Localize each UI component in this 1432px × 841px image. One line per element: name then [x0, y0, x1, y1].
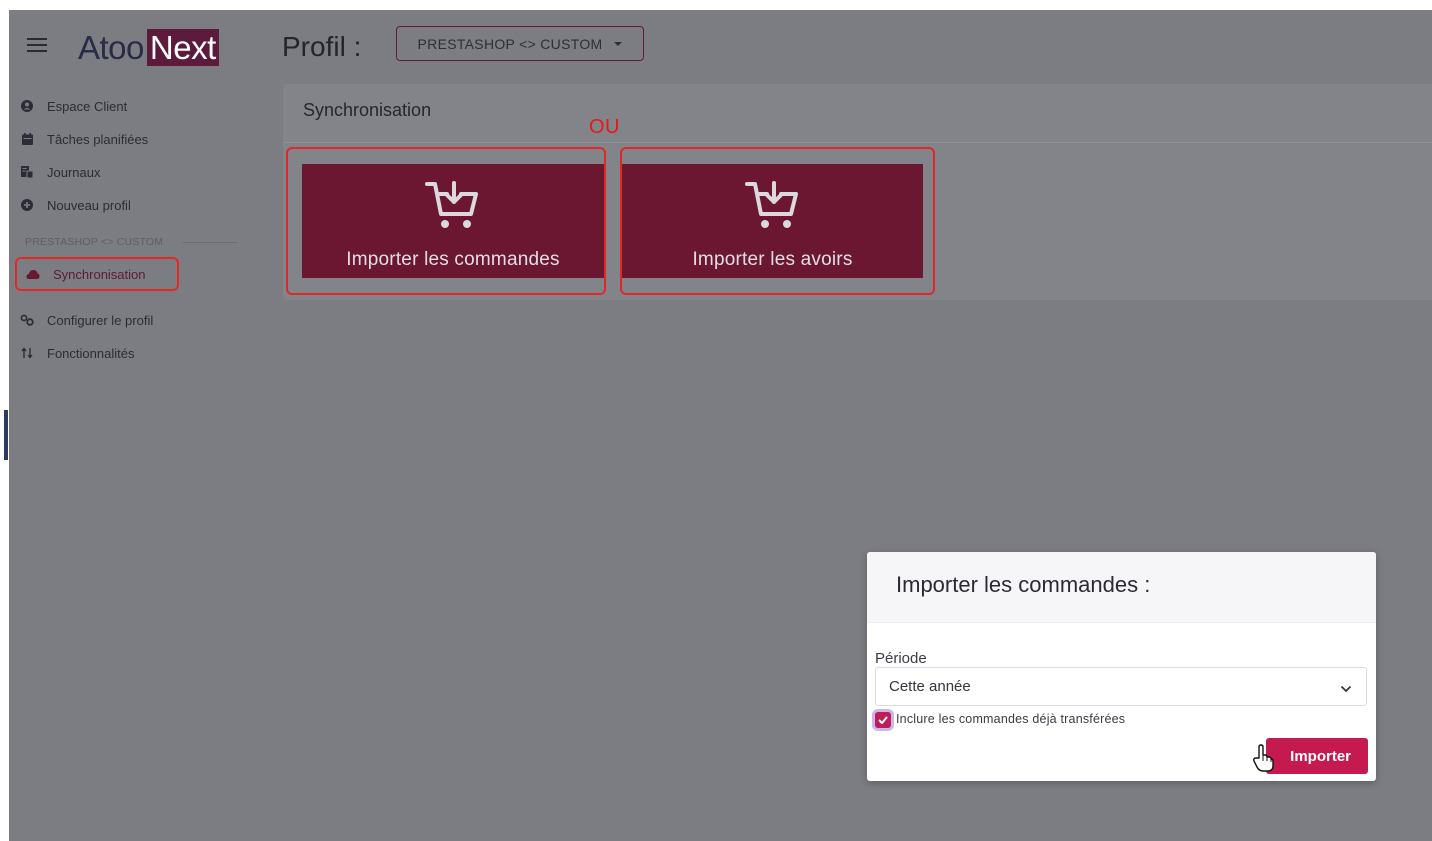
plus-circle-icon [19, 197, 35, 213]
include-transferred-label: Inclure les commandes déjà transférées [896, 712, 1126, 726]
import-credits-tile[interactable]: Importer les avoirs [622, 164, 923, 278]
user-circle-icon [19, 98, 35, 114]
tile-label: Importer les avoirs [692, 249, 853, 270]
sidebar-item-label: Espace Client [47, 98, 128, 114]
profile-dropdown[interactable]: PRESTASHOP <> CUSTOM [396, 26, 644, 61]
card-title: Synchronisation [303, 100, 432, 120]
cloud-icon [25, 266, 41, 282]
import-orders-dialog: Importer les commandes : Période Cette a… [867, 552, 1376, 781]
sidebar-item-synchronisation[interactable]: Synchronisation [15, 257, 179, 291]
logo-text-next: Next [146, 29, 219, 66]
sidebar-item-configurer-profil[interactable]: Configurer le profil [19, 304, 153, 336]
sidebar-item-fonctionnalites[interactable]: Fonctionnalités [19, 337, 134, 369]
period-select-value: Cette année [889, 678, 971, 695]
top-strip [0, 0, 1432, 10]
sidebar-item-taches[interactable]: Tâches planifiées [19, 123, 148, 155]
left-edge [0, 10, 9, 841]
import-button-label: Importer [1290, 747, 1351, 765]
sidebar-item-label: Nouveau profil [47, 197, 131, 213]
import-orders-tile[interactable]: Importer les commandes [302, 164, 604, 278]
or-annotation: OU [589, 116, 620, 138]
calendar-icon [19, 131, 35, 147]
import-button[interactable]: Importer [1266, 738, 1368, 774]
cart-download-icon [744, 180, 801, 235]
caret-down-icon [614, 41, 623, 46]
chevron-down-icon [1340, 680, 1352, 697]
gears-icon [19, 312, 35, 328]
card-divider [283, 142, 1432, 143]
sidebar-item-label: Tâches planifiées [47, 131, 149, 147]
menu-icon[interactable] [27, 38, 47, 52]
cart-download-icon [425, 180, 481, 235]
sidebar-item-espace-client[interactable]: Espace Client [19, 90, 127, 122]
file-list-icon [19, 164, 35, 180]
app-logo[interactable]: Atoo Next [78, 28, 219, 68]
profile-dropdown-value: PRESTASHOP <> CUSTOM [417, 35, 603, 52]
sidebar-item-label: Synchronisation [53, 266, 146, 282]
edge-mark [4, 410, 8, 460]
dialog-title: Importer les commandes : [896, 572, 1151, 597]
logo-text-atoo: Atoo [78, 29, 144, 66]
period-select[interactable]: Cette année [875, 667, 1367, 706]
sidebar-item-label: Fonctionnalités [47, 345, 135, 361]
period-label: Période [875, 650, 927, 667]
sidebar-item-label: Configurer le profil [47, 312, 154, 328]
sidebar-item-nouveau-profil[interactable]: Nouveau profil [19, 189, 131, 221]
sidebar-section-title: PRESTASHOP <> CUSTOM [25, 236, 238, 248]
sort-arrows-icon [19, 345, 35, 361]
sidebar-item-journaux[interactable]: Journaux [19, 156, 100, 188]
profile-label: Profil : [282, 31, 362, 62]
tile-label: Importer les commandes [346, 249, 560, 270]
sidebar-item-label: Journaux [47, 164, 101, 180]
hand-cursor-icon [1253, 744, 1275, 777]
checkmark-icon [878, 716, 888, 724]
app-window: Atoo Next Profil : PRESTASHOP <> CUSTOM E… [9, 10, 1432, 841]
include-transferred-checkbox[interactable] [875, 712, 891, 728]
